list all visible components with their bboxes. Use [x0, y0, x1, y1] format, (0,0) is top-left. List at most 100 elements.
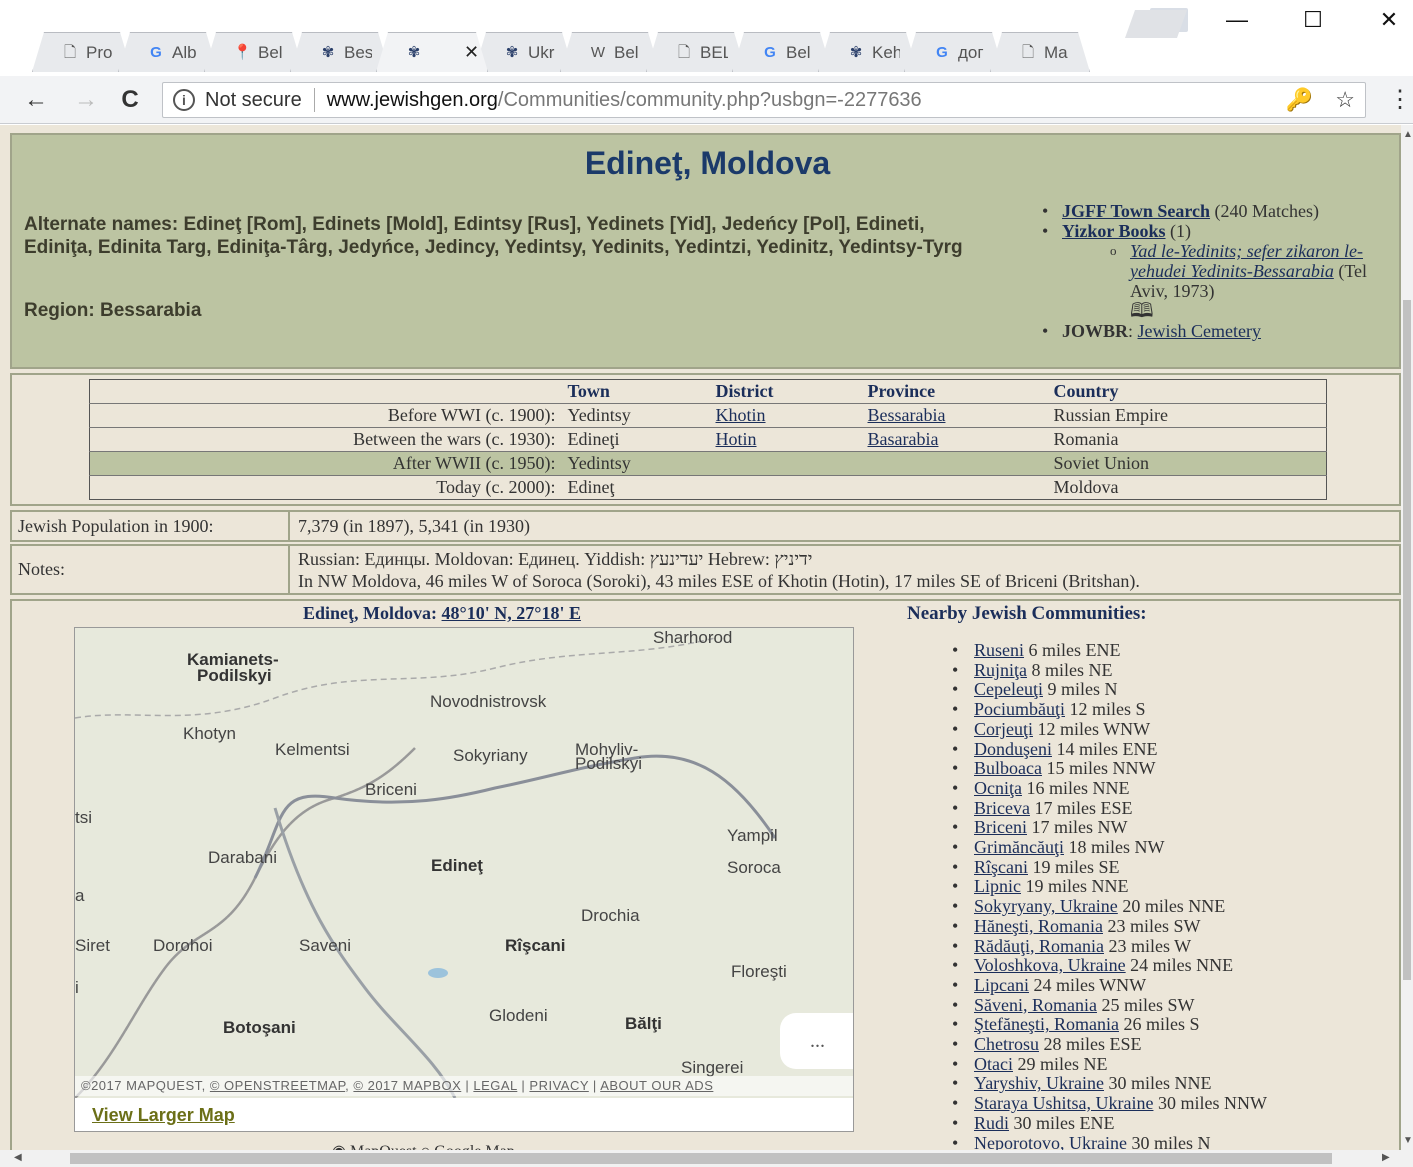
- hscroll-thumb[interactable]: [70, 1153, 1332, 1164]
- map-more-button[interactable]: ...: [780, 1013, 853, 1069]
- key-icon[interactable]: 🔑: [1286, 87, 1313, 113]
- attribution-link[interactable]: © OPENSTREETMAP: [210, 1078, 345, 1093]
- nearby-community-link[interactable]: Lipcani: [974, 975, 1029, 995]
- list-item: Chetrosu 28 miles ESE: [952, 1034, 1267, 1055]
- nearby-community-link[interactable]: Voloshkova, Ukraine: [974, 955, 1126, 975]
- nearby-community-link[interactable]: Rîşcani: [974, 857, 1028, 877]
- address-bar[interactable]: i Not secure www.jewishgen.org/Communiti…: [162, 82, 1366, 118]
- nearby-community-link[interactable]: Ruseni: [974, 640, 1024, 660]
- jurisdiction-link[interactable]: Bessarabia: [868, 405, 946, 425]
- tab-title: Alb: [172, 42, 197, 62]
- book-icon[interactable]: 🕮: [1130, 300, 1154, 322]
- table-row: Between the wars (c. 1930): Edineţi Hotin B…: [89, 427, 1327, 452]
- star-icon[interactable]: ☆: [1335, 87, 1355, 113]
- nearby-community-link[interactable]: Otaci: [974, 1054, 1013, 1074]
- reload-button[interactable]: C: [114, 84, 146, 116]
- region-border: [75, 637, 716, 719]
- jewish-cemetery-link[interactable]: Jewish Cemetery: [1138, 321, 1261, 341]
- tab-11[interactable]: Gдог: [904, 32, 1004, 72]
- nearby-distance: 30 miles ENE: [1009, 1112, 1115, 1133]
- nearby-community-link[interactable]: Briceva: [974, 798, 1030, 818]
- vertical-scrollbar[interactable]: ▲ ▼: [1401, 125, 1413, 1150]
- scroll-up-arrow[interactable]: ▲: [1403, 129, 1413, 140]
- nearby-community-link[interactable]: Sokyryany, Ukraine: [974, 896, 1118, 916]
- tab-1[interactable]: 🗋 Pro: [32, 32, 132, 72]
- nearby-community-link[interactable]: Corjeuţi: [974, 719, 1033, 739]
- yizkor-book-link[interactable]: Yad le-Yedinits; sefer zikaron le-yehude…: [1130, 241, 1363, 281]
- back-button[interactable]: ←: [20, 84, 52, 116]
- horizontal-scrollbar[interactable]: ◀ ▶: [0, 1150, 1413, 1167]
- nearby-distance: 30 miles NNE: [1104, 1073, 1212, 1094]
- map-place-label: Soroca: [727, 858, 781, 877]
- scroll-thumb[interactable]: [1403, 300, 1411, 980]
- tab-close-icon[interactable]: ✕: [464, 42, 479, 63]
- jurisdiction-link[interactable]: Khotin: [716, 405, 766, 425]
- close-window-button[interactable]: ✕: [1366, 6, 1412, 34]
- map[interactable]: Sharhorod Kamianets- Podilskyi Novodnistrov…: [74, 627, 854, 1132]
- coordinates-link[interactable]: 48°10' N, 27°18' E: [442, 603, 581, 623]
- minimize-button[interactable]: —: [1214, 6, 1260, 34]
- nearby-community-link[interactable]: Rujniţa: [974, 660, 1027, 680]
- nearby-community-link[interactable]: Cepeleuţi: [974, 679, 1043, 700]
- jurisdiction-link[interactable]: Hotin: [716, 429, 757, 449]
- nearby-community-link[interactable]: Ocniţa: [974, 778, 1022, 798]
- scroll-down-arrow[interactable]: ▼: [1403, 1135, 1413, 1146]
- table-cell: Hotin: [715, 427, 868, 452]
- table-cell: Russian Empire: [1053, 403, 1327, 428]
- new-tab-button[interactable]: [1125, 10, 1187, 38]
- nearby-community-link[interactable]: Bulboaca: [974, 758, 1042, 778]
- nearby-community-link[interactable]: Rudi: [974, 1113, 1009, 1133]
- tab-6[interactable]: ✾ Ukr: [474, 32, 574, 72]
- map-place-label: Khotyn: [183, 724, 236, 743]
- nearby-community-link[interactable]: Neporotovo, Ukraine: [974, 1133, 1127, 1150]
- view-larger-map-link[interactable]: View Larger Map: [92, 1105, 235, 1125]
- table-cell: Soviet Union: [1053, 451, 1327, 476]
- attribution-link[interactable]: LEGAL: [473, 1078, 517, 1093]
- nearby-community-link[interactable]: Ştefăneşti, Romania: [974, 1014, 1119, 1035]
- tab-2[interactable]: G Alb: [118, 32, 218, 72]
- attribution-link[interactable]: ABOUT OUR ADS: [600, 1078, 713, 1093]
- nearby-community-link[interactable]: Pociumbăuţi: [974, 699, 1065, 719]
- nearby-distance: 9 miles N: [1042, 679, 1118, 700]
- jgff-town-search-link[interactable]: JGFF Town Search: [1062, 201, 1210, 221]
- nearby-community-link[interactable]: Grimăncăuţi: [974, 837, 1064, 857]
- forward-button[interactable]: →: [70, 84, 102, 116]
- menu-icon[interactable]: ⋮: [1388, 84, 1412, 116]
- tab-4[interactable]: ✾ Bes: [290, 32, 390, 72]
- info-icon[interactable]: i: [173, 89, 195, 111]
- map-provider-radios[interactable]: ◉ MapQuest ○ Google Map: [332, 1141, 515, 1150]
- tab-3[interactable]: 📍 Bel: [204, 32, 304, 72]
- notes-line-2: In NW Moldova, 46 miles W of Soroca (Sor…: [298, 571, 1140, 591]
- attribution-link[interactable]: © 2017 MAPBOX: [353, 1078, 461, 1093]
- scroll-right-arrow[interactable]: ▶: [1382, 1152, 1390, 1163]
- nearby-community-link[interactable]: Donduşeni: [974, 739, 1052, 759]
- list-item: Ocniţa 16 miles NNE: [952, 778, 1267, 799]
- yizkor-books-link[interactable]: Yizkor Books: [1062, 221, 1166, 241]
- scroll-left-arrow[interactable]: ◀: [14, 1152, 22, 1163]
- tab-12[interactable]: 🗋 Ma: [990, 32, 1090, 72]
- maximize-button[interactable]: ☐: [1290, 6, 1336, 34]
- tab-8[interactable]: 🗋 BEL: [646, 32, 746, 72]
- tab-9[interactable]: G Bel: [732, 32, 832, 72]
- nearby-distance: 29 miles NE: [1012, 1053, 1108, 1074]
- nearby-community-link[interactable]: Briceni: [974, 817, 1027, 837]
- tab-5[interactable]: ✾ ✕: [376, 32, 488, 72]
- tab-10[interactable]: ✾ Keh: [818, 32, 918, 72]
- nearby-distance: 19 miles NNE: [1021, 876, 1129, 897]
- list-item: Briceva 17 miles ESE: [952, 798, 1267, 819]
- nearby-community-link[interactable]: Staraya Ushitsa, Ukraine: [974, 1093, 1153, 1113]
- nearby-community-link[interactable]: Hăneşti, Romania: [974, 916, 1103, 936]
- security-text[interactable]: Not secure: [205, 89, 302, 112]
- nearby-distance: 15 miles NNW: [1041, 758, 1156, 779]
- nearby-distance: 23 miles W: [1103, 935, 1192, 956]
- nearby-community-link[interactable]: Chetrosu: [974, 1034, 1039, 1054]
- list-item: Săveni, Romania 25 miles SW: [952, 995, 1267, 1016]
- yizkor-count: (1): [1165, 221, 1192, 241]
- jurisdiction-link[interactable]: Basarabia: [868, 429, 939, 449]
- nearby-community-link[interactable]: Săveni, Romania: [974, 995, 1097, 1015]
- tab-7[interactable]: W Bel: [560, 32, 660, 72]
- nearby-community-link[interactable]: Lipnic: [974, 876, 1021, 897]
- nearby-community-link[interactable]: Rădăuţi, Romania: [974, 936, 1104, 956]
- nearby-community-link[interactable]: Yaryshiv, Ukraine: [974, 1073, 1104, 1094]
- attribution-link[interactable]: PRIVACY: [529, 1078, 588, 1093]
